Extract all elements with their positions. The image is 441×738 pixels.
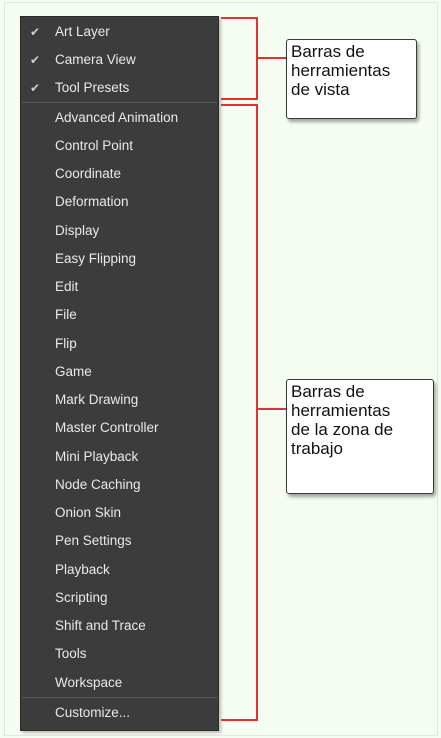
menu-item-label: Workspace: [55, 675, 123, 690]
menu-item-label: Customize...: [55, 705, 131, 720]
menu-item-game[interactable]: Game: [21, 360, 218, 384]
view-toolbars-callout: Barras de herramientas de vista: [286, 39, 417, 119]
menu-item-mini-playback[interactable]: Mini Playback: [21, 445, 218, 469]
menu-item-label: Control Point: [55, 138, 134, 153]
menu-item-onion-skin[interactable]: Onion Skin: [21, 501, 218, 525]
menu-item-deformation[interactable]: Deformation: [21, 190, 218, 214]
menu-item-label: Mark Drawing: [55, 392, 139, 407]
menu-item-label: Deformation: [55, 194, 129, 209]
view-toolbars-connector: [256, 57, 287, 59]
menu-item-master-controller[interactable]: Master Controller: [21, 416, 218, 440]
menu-item-pen-settings[interactable]: Pen Settings: [21, 529, 218, 553]
menu-item-label: Scripting: [55, 590, 108, 605]
menu-item-label: Easy Flipping: [55, 251, 137, 266]
view-toolbars-bracket: [221, 17, 258, 100]
menu-item-scripting[interactable]: Scripting: [21, 586, 218, 610]
workspace-toolbars-connector: [256, 408, 287, 410]
menu-item-label: Display: [55, 223, 100, 238]
menu-item-label: Edit: [55, 279, 79, 294]
menu-item-label: Onion Skin: [55, 505, 122, 520]
menu-item-workspace[interactable]: Workspace: [21, 671, 218, 695]
workspace-toolbars-bracket: [221, 104, 258, 721]
menu-item-customize[interactable]: Customize...: [21, 701, 218, 725]
menu-item-shift-and-trace[interactable]: Shift and Trace: [21, 614, 218, 638]
menu-item-label: Tool Presets: [55, 80, 130, 95]
menu-item-advanced-animation[interactable]: Advanced Animation: [21, 106, 218, 130]
menu-item-display[interactable]: Display: [21, 219, 218, 243]
menu-item-label: Game: [55, 364, 92, 379]
menu-separator: [22, 697, 217, 698]
menu-item-playback[interactable]: Playback: [21, 558, 218, 582]
menu-item-flip[interactable]: Flip: [21, 332, 218, 356]
menu-item-file[interactable]: File: [21, 303, 218, 327]
menu-item-art-layer[interactable]: ✔ Art Layer: [21, 20, 218, 44]
menu-item-label: File: [55, 307, 77, 322]
menu-item-label: Art Layer: [55, 24, 110, 39]
menu-item-label: Tools: [55, 646, 87, 661]
menu-item-label: Mini Playback: [55, 449, 139, 464]
menu-item-label: Shift and Trace: [55, 618, 146, 633]
toolbars-context-menu: ✔ Art Layer ✔ Camera View ✔ Tool Presets…: [20, 16, 219, 731]
menu-item-mark-drawing[interactable]: Mark Drawing: [21, 388, 218, 412]
menu-item-easy-flipping[interactable]: Easy Flipping: [21, 247, 218, 271]
menu-item-label: Flip: [55, 336, 77, 351]
menu-item-tool-presets[interactable]: ✔ Tool Presets: [21, 76, 218, 100]
checkmark-icon: ✔: [29, 53, 41, 67]
menu-item-tools[interactable]: Tools: [21, 642, 218, 666]
menu-item-label: Coordinate: [55, 166, 122, 181]
menu-item-label: Master Controller: [55, 420, 159, 435]
menu-item-coordinate[interactable]: Coordinate: [21, 162, 218, 186]
menu-item-label: Pen Settings: [55, 533, 132, 548]
menu-item-node-caching[interactable]: Node Caching: [21, 473, 218, 497]
menu-item-label: Playback: [55, 562, 110, 577]
menu-item-label: Advanced Animation: [55, 110, 179, 125]
menu-item-label: Node Caching: [55, 477, 141, 492]
menu-item-edit[interactable]: Edit: [21, 275, 218, 299]
menu-separator: [22, 102, 217, 103]
checkmark-icon: ✔: [29, 25, 41, 39]
workspace-toolbars-callout: Barras de herramientas de la zona de tra…: [286, 379, 434, 494]
menu-item-control-point[interactable]: Control Point: [21, 134, 218, 158]
menu-item-camera-view[interactable]: ✔ Camera View: [21, 48, 218, 72]
menu-item-label: Camera View: [55, 52, 136, 67]
checkmark-icon: ✔: [29, 81, 41, 95]
